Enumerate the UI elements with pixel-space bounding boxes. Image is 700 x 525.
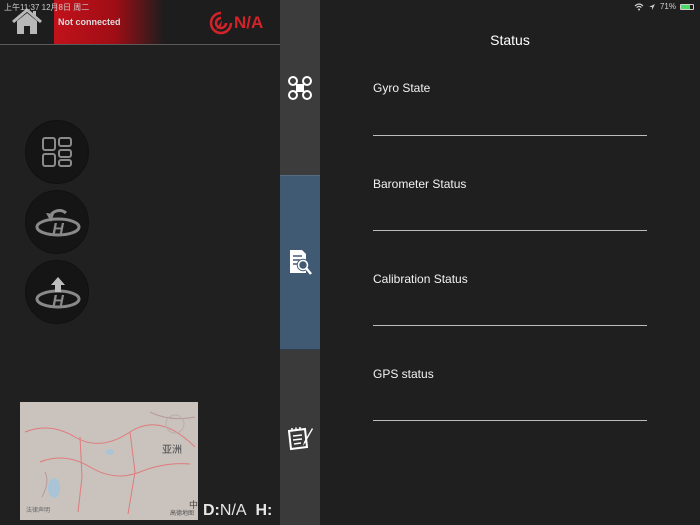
status-right: 71%	[634, 2, 694, 11]
gyro-state-label: Gyro State	[373, 81, 431, 95]
telemetry-readout: D:N/A H:	[203, 502, 272, 520]
distance-label: D:	[203, 502, 220, 519]
gps-status-field: GPS status	[373, 367, 647, 421]
tab-logbook[interactable]	[280, 350, 320, 525]
return-home-button[interactable]: H	[25, 190, 89, 254]
barometer-status-field: Barometer Status	[373, 177, 647, 231]
gyro-state-field: Gyro State	[373, 81, 647, 136]
return-home-icon: H	[35, 208, 81, 238]
map-copyright: 高德地图	[169, 511, 194, 517]
location-arrow-icon	[648, 3, 655, 10]
layout-toggle-button[interactable]	[25, 120, 89, 184]
divider	[373, 230, 647, 231]
divider	[373, 420, 647, 421]
map-borders	[24, 411, 196, 515]
height-label: H:	[255, 502, 273, 519]
gps-status-label: GPS status	[373, 367, 434, 381]
tab-aircraft[interactable]	[280, 0, 320, 175]
tab-status[interactable]	[280, 175, 320, 350]
connection-status-text: Not connected	[58, 17, 121, 27]
map-label-asia: 亚洲	[162, 445, 182, 456]
calibration-status-label: Calibration Status	[373, 272, 468, 286]
signal-value: N/A	[234, 13, 264, 32]
drone-view-panel: Not connected N/A H H 亚洲 中 法律声明 高德地图 D:N…	[0, 0, 280, 525]
system-status-bar: 上午11:37 12月8日 周二 71%	[0, 0, 700, 14]
battery-icon	[680, 3, 694, 10]
barometer-status-label: Barometer Status	[373, 177, 467, 191]
grid-icon	[42, 137, 72, 167]
divider	[373, 325, 647, 326]
drone-icon	[288, 76, 312, 100]
map-legal-link[interactable]: 法律声明	[26, 505, 50, 514]
mini-map[interactable]: 亚洲 中 法律声明 高德地图	[20, 402, 198, 520]
document-search-icon	[290, 250, 312, 275]
takeoff-icon: H	[35, 277, 81, 310]
wifi-icon	[634, 2, 644, 10]
battery-percent: 71%	[659, 2, 676, 11]
divider	[373, 135, 647, 136]
status-time: 上午11:37 12月8日 周二	[4, 3, 90, 12]
svg-text:H: H	[52, 221, 64, 238]
page-title: Status	[490, 32, 530, 48]
status-panel: Status Gyro State Barometer Status Calib…	[320, 0, 700, 525]
distance-value: N/A	[219, 502, 247, 519]
takeoff-button[interactable]: H	[25, 260, 89, 324]
side-tab-rail	[280, 0, 320, 525]
notebook-pen-icon	[287, 427, 313, 451]
svg-text:H: H	[52, 293, 64, 310]
calibration-status-field: Calibration Status	[373, 272, 647, 326]
